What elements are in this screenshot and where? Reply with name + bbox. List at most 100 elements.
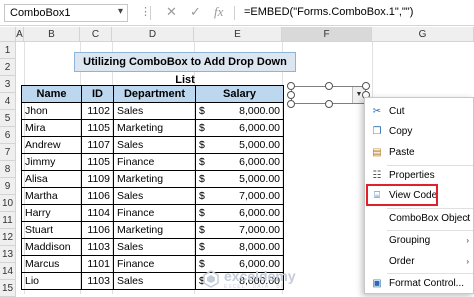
cell-name[interactable]: Alisa bbox=[21, 170, 82, 188]
table-row: Andrew 1107 Sales $5,000.00 bbox=[21, 136, 284, 154]
formula-input[interactable]: =EMBED("Forms.ComboBox.1","") bbox=[240, 4, 470, 22]
cell-name[interactable]: Jimmy bbox=[21, 153, 82, 171]
menu-item-combobox-object[interactable]: ComboBox Object › bbox=[365, 210, 474, 228]
cell-name[interactable]: Maddison bbox=[21, 238, 82, 256]
row-header[interactable]: 11 bbox=[0, 212, 16, 229]
row-header[interactable]: 3 bbox=[0, 76, 16, 93]
menu-item-copy[interactable]: ❐ Copy bbox=[365, 123, 474, 141]
cell-department[interactable]: Marketing bbox=[113, 119, 196, 137]
cell-department[interactable]: Sales bbox=[113, 136, 196, 154]
cell-department[interactable]: Sales bbox=[113, 187, 196, 205]
cell-department[interactable]: Marketing bbox=[113, 170, 196, 188]
x-icon[interactable]: ✕ bbox=[166, 4, 177, 20]
resize-handle[interactable] bbox=[325, 82, 333, 90]
header-department[interactable]: Department bbox=[113, 85, 196, 103]
row-header[interactable]: 15 bbox=[0, 280, 16, 297]
row-header[interactable]: 13 bbox=[0, 246, 16, 263]
menu-item-format-control[interactable]: ▣ Format Control... bbox=[365, 275, 474, 293]
sheet-title[interactable]: Utilizing ComboBox to Add Drop Down List bbox=[74, 52, 296, 86]
cell-name[interactable]: Martha bbox=[21, 187, 82, 205]
row-header[interactable]: 10 bbox=[0, 195, 16, 212]
table-row: Harry 1104 Finance $6,000.00 bbox=[21, 204, 284, 222]
resize-handle[interactable] bbox=[287, 91, 295, 99]
cell-salary[interactable]: $5,000.00 bbox=[195, 136, 284, 154]
watermark-name: exceldemy bbox=[224, 268, 296, 284]
cell-salary[interactable]: $8,000.00 bbox=[195, 102, 284, 120]
header-name[interactable]: Name bbox=[21, 85, 82, 103]
cell-salary[interactable]: $5,000.00 bbox=[195, 170, 284, 188]
row-header[interactable]: 2 bbox=[0, 59, 16, 76]
menu-item-label: Copy bbox=[389, 126, 413, 137]
column-header-g[interactable]: G bbox=[372, 27, 474, 42]
cell-id[interactable]: 1106 bbox=[81, 221, 114, 239]
currency-symbol: $ bbox=[199, 207, 205, 219]
copy-icon: ❐ bbox=[372, 126, 382, 137]
cell-department[interactable]: Finance bbox=[113, 204, 196, 222]
chevron-down-icon[interactable]: ▾ bbox=[118, 6, 123, 17]
row-header[interactable]: 14 bbox=[0, 263, 16, 280]
menu-item-cut[interactable]: ✂ Cut bbox=[365, 103, 474, 121]
column-header-d[interactable]: D bbox=[112, 27, 194, 42]
row-header[interactable]: 9 bbox=[0, 178, 16, 195]
cell-salary[interactable]: $7,000.00 bbox=[195, 187, 284, 205]
header-salary[interactable]: Salary bbox=[195, 85, 284, 103]
cell-salary[interactable]: $8,000.00 bbox=[195, 238, 284, 256]
cell-salary[interactable]: $6,000.00 bbox=[195, 119, 284, 137]
row-header[interactable]: 1 bbox=[0, 42, 16, 59]
resize-handle[interactable] bbox=[287, 100, 295, 108]
select-all-corner[interactable] bbox=[0, 27, 16, 42]
menu-item-label: ComboBox Object bbox=[389, 213, 471, 224]
resize-handle[interactable] bbox=[325, 100, 333, 108]
cell-name[interactable]: Jhon bbox=[21, 102, 82, 120]
cell-department[interactable]: Sales bbox=[113, 238, 196, 256]
cell-id[interactable]: 1105 bbox=[81, 119, 114, 137]
cell-salary[interactable]: $6,000.00 bbox=[195, 204, 284, 222]
cell-name[interactable]: Andrew bbox=[21, 136, 82, 154]
salary-value: 7,000.00 bbox=[239, 190, 280, 202]
cell-salary[interactable]: $7,000.00 bbox=[195, 221, 284, 239]
cell-department[interactable]: Finance bbox=[113, 153, 196, 171]
fx-icon[interactable]: fx bbox=[214, 4, 223, 20]
currency-symbol: $ bbox=[199, 241, 205, 253]
name-box[interactable]: ComboBox1 ▾ bbox=[4, 4, 128, 22]
cell-id[interactable]: 1109 bbox=[81, 170, 114, 188]
cell-department[interactable]: Finance bbox=[113, 255, 196, 273]
cell-id[interactable]: 1103 bbox=[81, 238, 114, 256]
cell-id[interactable]: 1106 bbox=[81, 187, 114, 205]
cell-id[interactable]: 1105 bbox=[81, 153, 114, 171]
cell-name[interactable]: Harry bbox=[21, 204, 82, 222]
resize-handle[interactable] bbox=[287, 82, 295, 90]
cell-department[interactable]: Marketing bbox=[113, 221, 196, 239]
row-header[interactable]: 8 bbox=[0, 161, 16, 178]
menu-item-grouping[interactable]: Grouping › bbox=[365, 232, 474, 250]
cell-name[interactable]: Mira bbox=[21, 119, 82, 137]
cell-id[interactable]: 1107 bbox=[81, 136, 114, 154]
row-header[interactable]: 6 bbox=[0, 127, 16, 144]
cell-salary[interactable]: $6,000.00 bbox=[195, 153, 284, 171]
row-header[interactable]: 12 bbox=[0, 229, 16, 246]
cell-name[interactable]: Marcus bbox=[21, 255, 82, 273]
column-header-e[interactable]: E bbox=[194, 27, 282, 42]
cell-name[interactable]: Stuart bbox=[21, 221, 82, 239]
row-header[interactable]: 7 bbox=[0, 144, 16, 161]
menu-item-properties[interactable]: ☷ Properties bbox=[365, 167, 474, 185]
header-id[interactable]: ID bbox=[81, 85, 114, 103]
menu-item-paste[interactable]: ▤ Paste bbox=[365, 144, 474, 162]
cell-id[interactable]: 1101 bbox=[81, 255, 114, 273]
row-header[interactable]: 4 bbox=[0, 93, 16, 110]
currency-symbol: $ bbox=[199, 173, 205, 185]
cell-name[interactable]: Lio bbox=[21, 272, 82, 290]
column-header-f[interactable]: F bbox=[282, 27, 372, 42]
menu-item-order[interactable]: Order › bbox=[365, 253, 474, 271]
cell-department[interactable]: Sales bbox=[113, 102, 196, 120]
cell-id[interactable]: 1102 bbox=[81, 102, 114, 120]
column-header-c[interactable]: C bbox=[80, 27, 112, 42]
check-icon[interactable]: ✓ bbox=[190, 4, 201, 20]
column-header-b[interactable]: B bbox=[24, 27, 80, 42]
cell-id[interactable]: 1103 bbox=[81, 272, 114, 290]
cell-department[interactable]: Sales bbox=[113, 272, 196, 290]
column-header-a[interactable]: A bbox=[16, 27, 24, 42]
row-header[interactable]: 5 bbox=[0, 110, 16, 127]
cell-id[interactable]: 1104 bbox=[81, 204, 114, 222]
resize-handle[interactable] bbox=[362, 82, 370, 90]
